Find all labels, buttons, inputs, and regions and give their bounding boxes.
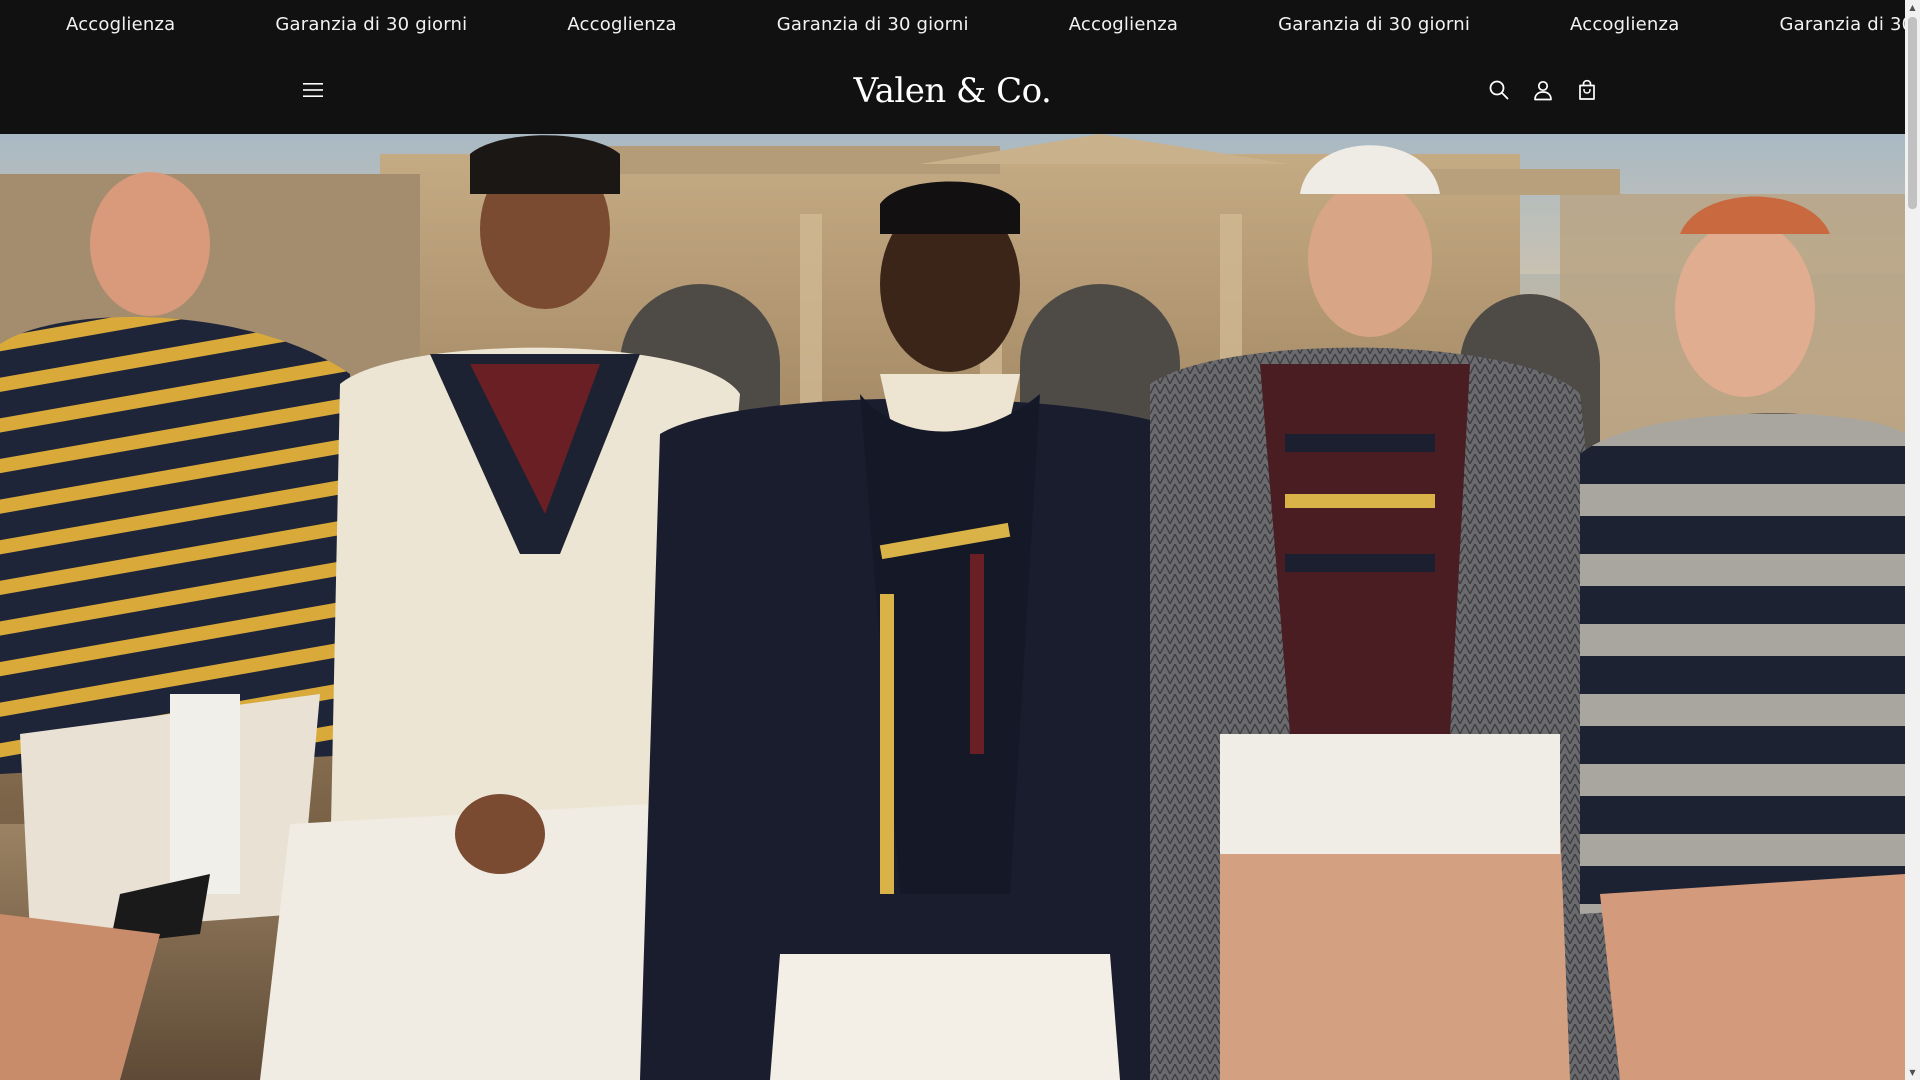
announcement-item: Garanzia di 30 giorni [1779, 14, 1905, 35]
announcement-item: Garanzia di 30 giorni [275, 14, 468, 35]
scrollbar-thumb[interactable] [1908, 17, 1917, 209]
site-logo[interactable]: Valen & Co. [0, 68, 1905, 114]
announcement-item: Accoglienza [1570, 14, 1680, 35]
cart-button[interactable] [1572, 74, 1602, 110]
site-header: Valen & Co. [0, 50, 1905, 134]
announcement-item: Accoglienza [1068, 14, 1179, 35]
announcement-item: Garanzia di 30 giorni [776, 14, 969, 35]
account-button[interactable] [1528, 74, 1558, 110]
scroll-down-icon[interactable]: ▼ [1905, 1065, 1920, 1080]
search-icon [1488, 79, 1510, 105]
scroll-up-icon[interactable]: ▲ [1905, 0, 1920, 15]
cart-icon [1576, 79, 1598, 105]
announcement-item: Accoglienza [66, 14, 176, 35]
page-scrollbar[interactable]: ▲ ▼ [1905, 0, 1920, 1080]
announcement-marquee: Accoglienza Garanzia di 30 giorni Accogl… [66, 0, 1905, 50]
hero-image [0, 134, 1905, 1080]
hero-banner[interactable] [0, 134, 1905, 1080]
announcement-bar: Accoglienza Garanzia di 30 giorni Accogl… [0, 0, 1905, 50]
header-icons [1484, 74, 1602, 110]
announcement-item: Garanzia di 30 giorni [1278, 14, 1471, 35]
search-button[interactable] [1484, 74, 1514, 110]
announcement-item: Accoglienza [567, 14, 677, 35]
account-icon [1532, 79, 1554, 105]
page: Accoglienza Garanzia di 30 giorni Accogl… [0, 0, 1920, 1080]
